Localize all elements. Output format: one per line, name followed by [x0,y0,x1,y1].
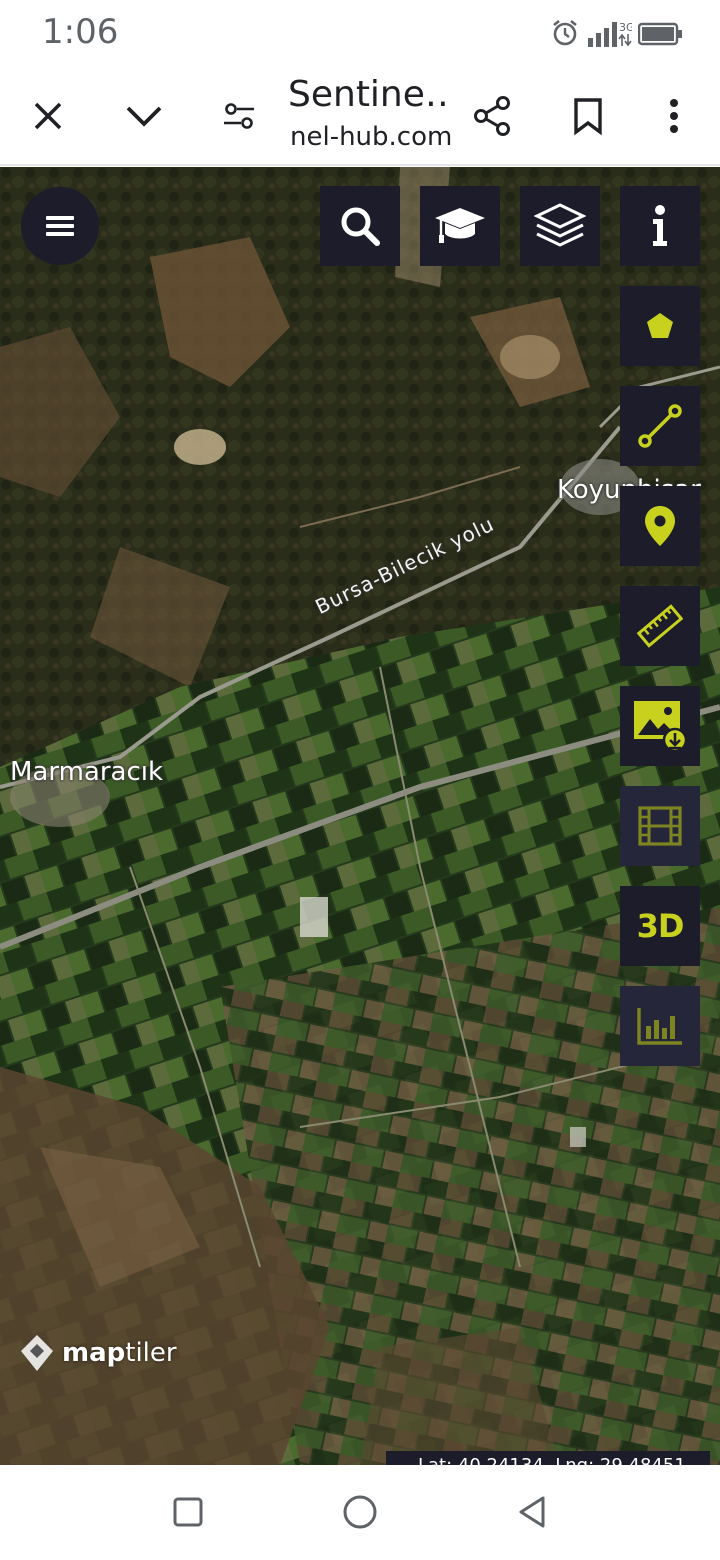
layers-icon [534,203,586,247]
minimize-button[interactable] [112,84,176,148]
maptiler-logo-icon [21,1335,53,1371]
share-button[interactable] [460,84,524,148]
info-icon [653,205,667,246]
recents-icon [173,1497,203,1527]
line-icon [638,404,682,448]
alarm-icon [553,19,577,46]
status-bar: 1:06 3G [0,0,720,66]
chart-icon [637,1008,682,1045]
draw-line-button[interactable] [620,386,700,466]
browser-toolbar: Sentine… nel-hub.com [0,66,720,166]
download-image-button[interactable] [620,686,700,766]
place-pin-button[interactable] [620,486,700,566]
search-button[interactable] [320,186,400,266]
info-button[interactable] [620,186,700,266]
pin-icon [645,506,675,546]
close-icon [34,102,62,130]
page-domain[interactable]: nel-hub.com [290,122,452,152]
film-icon [638,806,682,846]
satellite-map[interactable]: Marmaracık Koyunhisar Bursa-Bilecik yolu [0,167,720,1465]
place-label-marmaracik: Marmaracık [10,757,164,787]
page-title[interactable]: Sentine… [288,74,448,115]
recents-button[interactable] [163,1487,213,1537]
battery-icon [638,22,682,46]
share-icon [474,96,510,136]
system-nav-bar [0,1465,720,1560]
tune-icon [224,103,254,129]
maptiler-attribution[interactable]: maptiler [20,1333,177,1373]
more-options-button[interactable] [642,84,706,148]
site-settings-button[interactable] [207,84,271,148]
maptiler-brand-bold: map [62,1338,126,1368]
menu-button[interactable] [21,187,99,265]
status-time: 1:06 [42,12,119,52]
layers-button[interactable] [520,186,600,266]
back-icon [519,1496,545,1528]
3d-icon: 3D [636,907,685,945]
close-tab-button[interactable] [16,84,80,148]
search-icon [341,207,380,246]
maptiler-text: maptiler [62,1338,177,1368]
measure-button[interactable] [620,586,700,666]
statistics-button[interactable] [620,986,700,1066]
draw-polygon-button[interactable] [620,286,700,366]
chevron-down-icon [126,106,162,127]
image-download-icon [634,701,688,753]
more-vert-icon [670,99,678,133]
polygon-icon [647,313,673,338]
signal-icon: 3G [588,21,632,47]
coordinates-readout: Lat: 40.24134, Lng: 29.48451 [386,1451,710,1465]
bookmark-icon [574,98,602,135]
status-icons: 3G [550,16,690,50]
network-type: 3G [619,21,632,34]
satellite-imagery [0,167,720,1465]
education-icon [435,208,485,243]
bookmark-button[interactable] [556,84,620,148]
home-button[interactable] [335,1487,385,1537]
hamburger-icon [46,216,74,236]
home-icon [343,1495,377,1529]
maptiler-brand-light: tiler [125,1338,177,1368]
back-button[interactable] [507,1487,557,1537]
ruler-icon [637,604,683,648]
education-button[interactable] [420,186,500,266]
timelapse-button[interactable] [620,786,700,866]
3d-view-button[interactable]: 3D [620,886,700,966]
